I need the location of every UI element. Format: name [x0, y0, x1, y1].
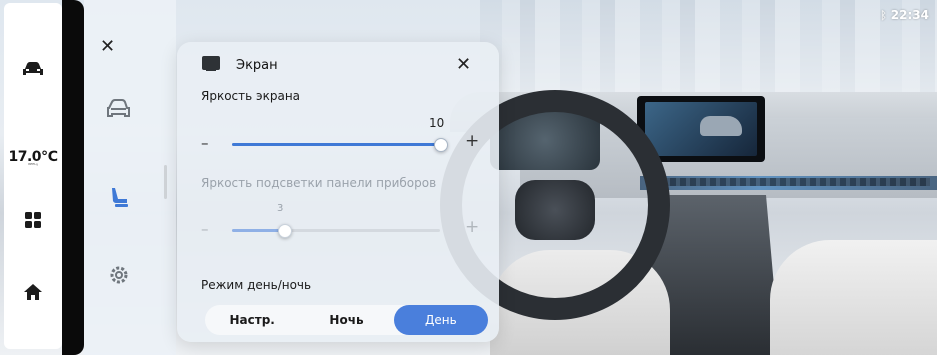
brightness-minus-button[interactable]: –	[201, 134, 209, 152]
gear-icon[interactable]	[104, 262, 134, 288]
dialog-close-icon[interactable]: ✕	[456, 54, 471, 75]
close-icon[interactable]: ✕	[100, 36, 115, 57]
monitor-icon	[202, 56, 220, 71]
panel-brightness-slider-fill	[232, 229, 284, 232]
seat-icon[interactable]	[104, 184, 134, 210]
brightness-slider[interactable]	[232, 138, 448, 152]
left-dock: 17.0℃ ᴳᴱᴱᴸᵞ	[4, 3, 62, 349]
day-night-option-night[interactable]: Ночь	[299, 305, 393, 335]
day-night-option-day[interactable]: День	[393, 305, 488, 335]
clock-time: 22:34	[890, 8, 929, 22]
air-vent	[650, 178, 930, 186]
passenger-seat	[770, 240, 937, 355]
screen-settings-dialog	[177, 42, 499, 342]
day-night-option-auto[interactable]: Настр.	[205, 305, 299, 335]
home-icon[interactable]	[4, 283, 62, 301]
car-settings-icon[interactable]	[104, 96, 134, 122]
panel-brightness-minus-button[interactable]: –	[201, 220, 209, 238]
settings-sidebar	[84, 0, 176, 355]
brightness-slider-knob[interactable]	[434, 138, 448, 152]
steering-wheel-hub	[515, 180, 595, 240]
car-icon[interactable]	[4, 61, 62, 77]
sidebar-scrollbar[interactable]	[164, 165, 167, 199]
panel-brightness-slider[interactable]	[232, 224, 440, 238]
temperature-widget[interactable]: 17.0℃ ᴳᴱᴱᴸᵞ	[4, 149, 62, 169]
day-night-label: Режим день/ночь	[201, 278, 312, 292]
panel-brightness-slider-knob[interactable]	[278, 224, 292, 238]
panel-brightness-value: 3	[277, 203, 284, 214]
dock-divider	[62, 0, 84, 355]
panel-brightness-plus-button[interactable]: +	[465, 217, 479, 237]
center-screen-car-image	[700, 116, 742, 136]
panel-brightness-label: Яркость подсветки панели приборов	[201, 176, 437, 190]
brightness-plus-button[interactable]: +	[465, 131, 479, 151]
brightness-label: Яркость экрана	[201, 89, 301, 103]
status-bar: ᛒ 22:34	[880, 8, 929, 22]
brand-label: ᴳᴱᴱᴸᵞ	[27, 163, 39, 169]
brightness-slider-fill	[232, 143, 440, 146]
day-night-segmented-control: Настр. Ночь День	[205, 305, 488, 335]
brightness-value: 10	[429, 116, 445, 130]
apps-grid-icon[interactable]	[4, 211, 62, 229]
dialog-title: Экран	[236, 58, 278, 73]
bluetooth-icon: ᛒ	[880, 8, 887, 22]
